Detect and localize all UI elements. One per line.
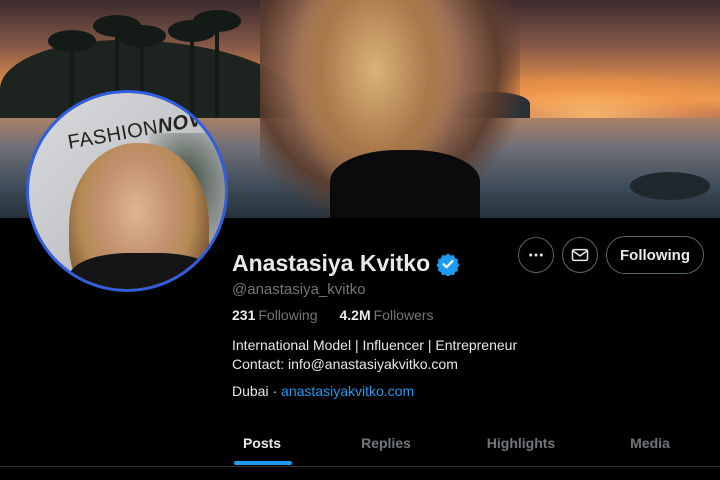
more-horizontal-icon: [529, 253, 543, 257]
tab-replies[interactable]: Replies: [348, 420, 424, 466]
bio-line: International Model | Influencer | Entre…: [232, 337, 518, 353]
meta-separator: ·: [268, 383, 282, 399]
profile-location: Dubai: [232, 383, 269, 399]
banner-rock: [630, 172, 710, 200]
verified-badge-icon[interactable]: [436, 252, 460, 276]
profile-meta: Dubai · anastasiyakvitko.com: [232, 383, 414, 399]
followers-stat[interactable]: 4.2M Followers: [340, 307, 434, 323]
profile-bio: International Model | Influencer | Entre…: [232, 336, 517, 374]
more-button[interactable]: [518, 237, 554, 273]
profile-avatar[interactable]: FASHIONNOVA: [26, 90, 228, 292]
profile-handle: @anastasiya_kvitko: [232, 281, 366, 298]
active-tab-indicator: [234, 461, 292, 465]
following-button[interactable]: Following: [606, 236, 704, 274]
profile-stats: 231 Following 4.2M Followers: [232, 307, 456, 323]
tab-posts[interactable]: Posts: [220, 420, 304, 466]
profile-name: Anastasiya Kvitko: [232, 250, 431, 276]
profile-tabs: Posts Replies Highlights Media: [220, 420, 720, 466]
tab-media[interactable]: Media: [620, 420, 680, 466]
message-button[interactable]: [562, 237, 598, 273]
profile-website-link[interactable]: anastasiyakvitko.com: [281, 383, 414, 399]
profile-name-row: Anastasiya Kvitko: [232, 250, 460, 277]
bio-contact-line: Contact: info@anastasiyakvitko.com: [232, 356, 458, 372]
tabs-divider: [0, 466, 720, 467]
tab-highlights[interactable]: Highlights: [478, 420, 564, 466]
mail-icon: [571, 248, 589, 262]
avatar-person-top: [69, 253, 219, 289]
following-stat[interactable]: 231 Following: [232, 307, 318, 323]
banner-person-swimsuit: [330, 150, 480, 218]
